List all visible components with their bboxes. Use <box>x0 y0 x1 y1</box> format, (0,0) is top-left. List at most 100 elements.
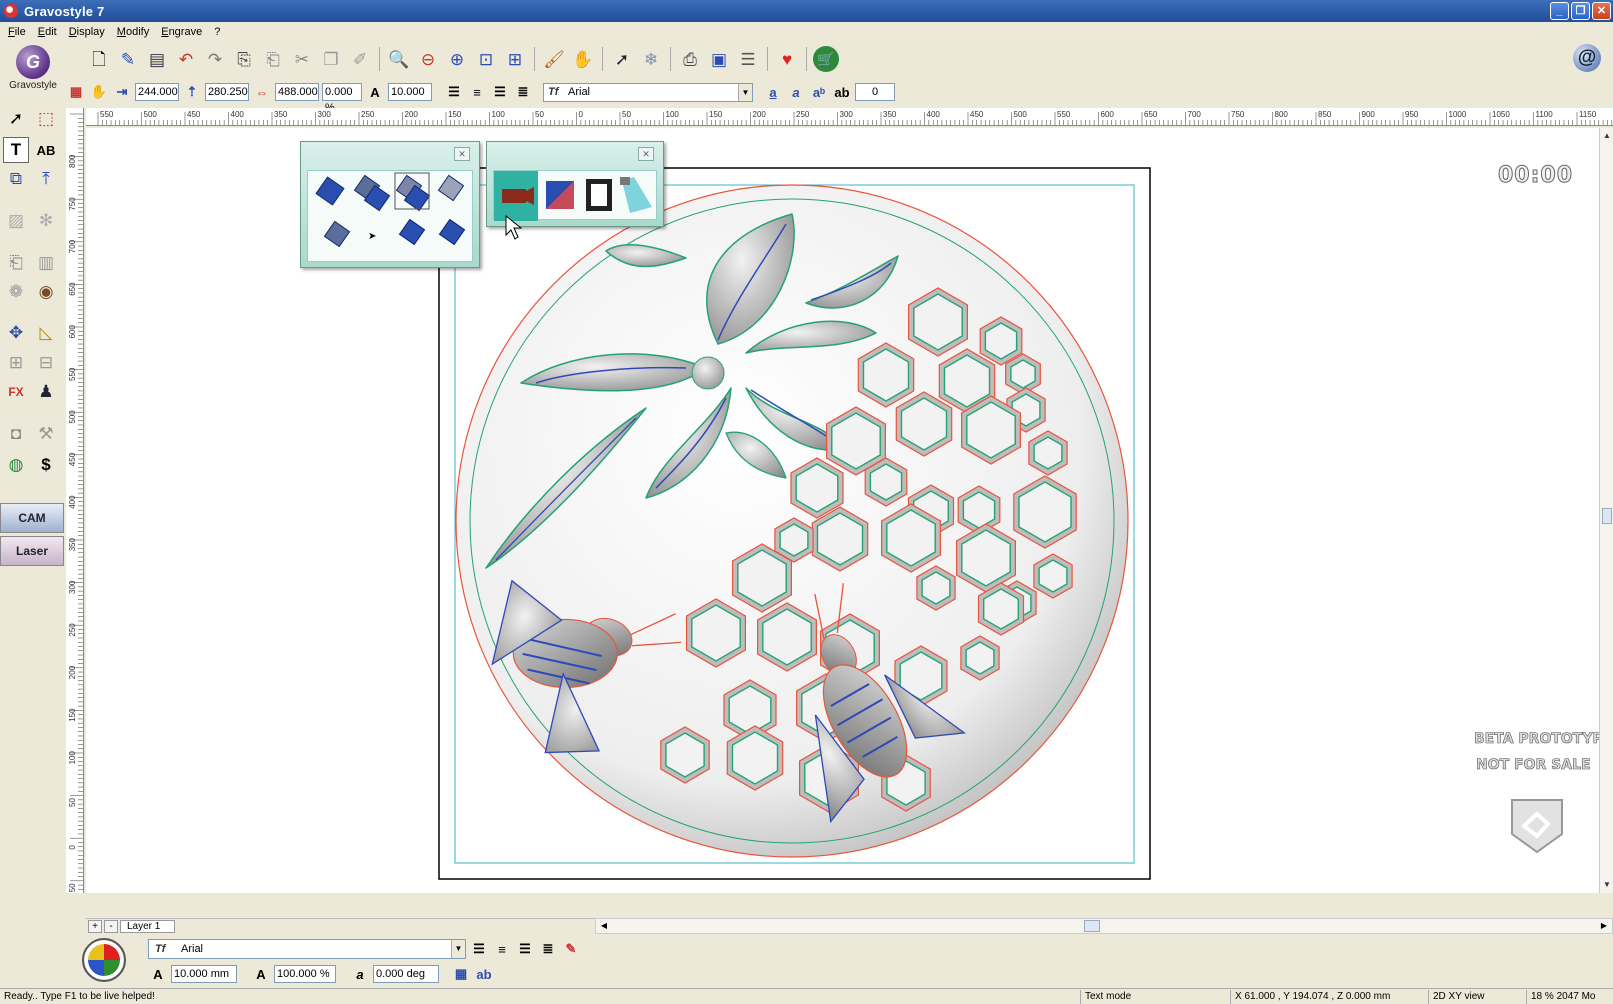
zoom-in-icon[interactable]: 🔍 <box>386 46 412 72</box>
x-position-field[interactable]: 244.000 <box>135 83 179 101</box>
character-spacing-icon[interactable]: ab <box>474 964 494 984</box>
palette-close-icon[interactable]: ✕ <box>454 147 470 161</box>
printer-icon[interactable]: ⎙ <box>677 46 703 72</box>
bottom-font-select[interactable]: Tf Arial ▼ <box>148 939 466 959</box>
align-objects-icon[interactable]: ⊞ <box>3 350 29 376</box>
email-at-icon[interactable]: @ <box>1573 44 1601 72</box>
brush-icon[interactable]: 🖌 <box>541 46 567 72</box>
palette-close-icon[interactable]: ✕ <box>638 147 654 161</box>
camera-icon[interactable]: ◘ <box>3 421 29 447</box>
text-tool-icon[interactable]: T <box>3 137 29 163</box>
import-icon[interactable]: ⎘ <box>231 46 257 72</box>
text-spacing-icon[interactable]: ▦ <box>451 964 471 984</box>
pan-hand-icon[interactable]: ✋ <box>89 82 109 102</box>
database-icon[interactable]: ◍ <box>3 452 29 478</box>
move-icon[interactable]: ✥ <box>3 320 29 346</box>
scale-field[interactable]: 0.000 % <box>322 83 362 114</box>
copy-icon[interactable]: ❐ <box>318 46 344 72</box>
width-field[interactable]: 488.000 <box>275 83 319 101</box>
menu-engrave[interactable]: Engrave <box>155 26 208 38</box>
text-angle-field[interactable]: 0.000 deg <box>373 965 439 983</box>
zoom-selection-icon[interactable]: ⊕ <box>444 46 470 72</box>
text-edit-icon[interactable]: ✎ <box>561 939 581 959</box>
clipart-icon[interactable]: ❁ <box>3 279 29 305</box>
align-right-icon[interactable]: ☰ <box>490 82 510 102</box>
y-position-field[interactable]: 280.250 <box>205 83 249 101</box>
align-left-icon[interactable]: ☰ <box>469 939 489 959</box>
close-button[interactable]: ✕ <box>1592 2 1611 20</box>
align-center-icon[interactable]: ≡ <box>492 939 512 959</box>
cam-mode-tab[interactable]: CAM <box>0 503 64 533</box>
color-wheel-icon[interactable] <box>82 938 126 982</box>
heart-icon[interactable]: ♥ <box>774 46 800 72</box>
new-document-icon[interactable]: 🗋 <box>86 46 112 72</box>
scroll-up-icon[interactable]: ▲ <box>1601 130 1613 142</box>
text-on-path-icon[interactable]: AB <box>33 137 59 163</box>
measure-icon[interactable]: ◺ <box>33 320 59 346</box>
user-icon[interactable]: ♟ <box>33 379 59 405</box>
remove-layer-button[interactable]: - <box>104 920 118 933</box>
scanner-icon[interactable]: ⎗ <box>3 250 29 276</box>
zoom-page-icon[interactable]: ⊡ <box>473 46 499 72</box>
laser-mode-tab[interactable]: Laser <box>0 536 64 566</box>
scroll-right-icon[interactable]: ▶ <box>1597 920 1611 932</box>
font-select[interactable]: Tf Arial ▼ <box>543 82 753 102</box>
vertical-scroll-thumb[interactable] <box>1602 508 1612 524</box>
settings-list-icon[interactable]: ☰ <box>735 46 761 72</box>
italic-icon[interactable]: a <box>786 82 806 102</box>
chevron-down-icon[interactable]: ▼ <box>451 940 465 958</box>
justify-icon[interactable]: ≣ <box>538 939 558 959</box>
text-width-percent-field[interactable]: 100.000 % <box>274 965 336 983</box>
snowflake-icon[interactable]: ❄ <box>638 46 664 72</box>
underline-icon[interactable]: a <box>763 82 783 102</box>
hand-icon[interactable]: ✋ <box>570 46 596 72</box>
undo-icon[interactable]: ↶ <box>173 46 199 72</box>
bitmap-icon[interactable]: ▨ <box>3 208 29 234</box>
align-left-icon[interactable]: ☰ <box>444 82 464 102</box>
align-right-icon[interactable]: ☰ <box>515 939 535 959</box>
boolean-operations-palette[interactable]: ✕ ➤ <box>300 141 480 268</box>
vertical-scrollbar[interactable]: ▲ ▼ <box>1599 128 1613 893</box>
zoom-out-icon[interactable]: ⊖ <box>415 46 441 72</box>
horizontal-scroll-thumb[interactable] <box>1084 920 1100 932</box>
transform-icon[interactable]: ⤒ <box>33 166 59 192</box>
color-grid-icon[interactable]: ▦ <box>66 82 86 102</box>
text-height-mm-field[interactable]: 10.000 mm <box>171 965 237 983</box>
eye-icon[interactable]: ◉ <box>33 279 59 305</box>
menu-file[interactable]: File <box>2 26 32 38</box>
chevron-down-icon[interactable]: ▼ <box>738 83 752 101</box>
app-icon[interactable] <box>4 4 18 18</box>
horizontal-scrollbar[interactable]: ◀ ▶ <box>595 918 1613 934</box>
restore-button[interactable]: ❐ <box>1571 2 1590 20</box>
drawing-canvas[interactable]: 00:00 BETA PROTOTYPE NOT FOR SALE ✕ ➤ ✕ <box>86 128 1599 893</box>
tools-icon[interactable]: ⚒ <box>33 421 59 447</box>
pen-icon[interactable]: ✎ <box>115 46 141 72</box>
distribute-icon[interactable]: ⊟ <box>33 350 59 376</box>
layer-tab[interactable]: Layer 1 <box>120 920 175 933</box>
vectorize-icon[interactable]: ✻ <box>33 208 59 234</box>
cost-icon[interactable]: $ <box>33 452 59 478</box>
justify-icon[interactable]: ≣ <box>513 82 533 102</box>
effects-icon[interactable]: FX <box>3 379 29 405</box>
redo-icon[interactable]: ↷ <box>202 46 228 72</box>
menu-edit[interactable]: Edit <box>32 26 63 38</box>
paste-icon[interactable]: ✐ <box>347 46 373 72</box>
scroll-left-icon[interactable]: ◀ <box>597 920 611 932</box>
letter-spacing-field[interactable]: 0 <box>855 83 895 101</box>
minimize-button[interactable]: _ <box>1550 2 1569 20</box>
node-edit-icon[interactable]: ⬚ <box>33 106 59 132</box>
zoom-all-icon[interactable]: ⊞ <box>502 46 528 72</box>
export-icon[interactable]: ⎗ <box>260 46 286 72</box>
cart-icon[interactable]: 🛒 <box>813 46 839 72</box>
shapes-icon[interactable]: ⧉ <box>3 166 29 192</box>
select-arrow-icon[interactable]: ➚ <box>609 46 635 72</box>
align-center-icon[interactable]: ≡ <box>467 82 487 102</box>
add-layer-button[interactable]: + <box>88 920 102 933</box>
menu-display[interactable]: Display <box>63 26 111 38</box>
save-icon[interactable]: ▤ <box>144 46 170 72</box>
superscript-icon[interactable]: aᵇ <box>809 82 829 102</box>
cut-icon[interactable]: ✂ <box>289 46 315 72</box>
menu-help[interactable]: ? <box>208 26 226 38</box>
machine-icon[interactable]: ▣ <box>706 46 732 72</box>
text-height-field[interactable]: 10.000 <box>388 83 432 101</box>
